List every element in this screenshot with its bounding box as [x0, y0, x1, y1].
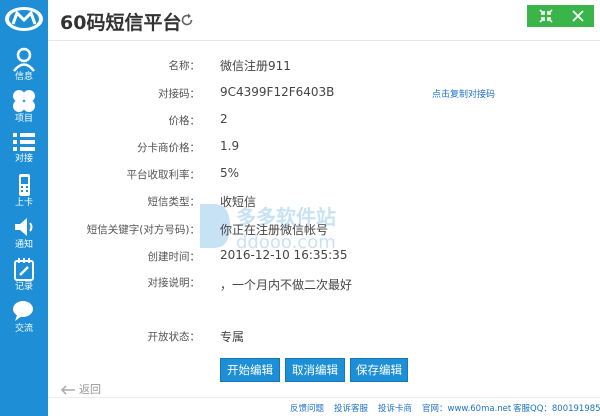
- arrow-left-icon: [60, 385, 75, 395]
- list-icon: [13, 133, 35, 151]
- footer-divider: [48, 397, 600, 398]
- sidebar-item-label: 对接: [14, 154, 33, 164]
- name-value: 微信注册911: [220, 59, 291, 73]
- sidebar-item-label: 记录: [14, 282, 33, 292]
- sidebar-item-label: 交流: [14, 324, 33, 334]
- complain-card-link[interactable]: 投诉卡商: [378, 402, 412, 414]
- name-label: 名称：: [168, 60, 201, 72]
- speaker-icon: [15, 218, 33, 236]
- close-icon[interactable]: [563, 5, 593, 27]
- connect-code-label: 对接码：: [158, 88, 200, 100]
- sidebar-item-label: 信息: [14, 72, 33, 82]
- sidebar-item-connect[interactable]: 对接: [0, 126, 48, 170]
- sidebar-item-card[interactable]: 上卡: [0, 168, 48, 212]
- price-label: 价格：: [168, 115, 201, 127]
- save-edit-button[interactable]: 保存编辑: [350, 358, 408, 382]
- open-status-value: 专属: [220, 330, 245, 344]
- window-controls: [527, 5, 594, 27]
- sidebar-item-chat[interactable]: 交流: [0, 294, 48, 338]
- keyword-value: 你正在注册微信帐号: [220, 223, 329, 237]
- created-value: 2016-12-10 16:35:35: [220, 248, 348, 262]
- description-label: 对接说明：: [147, 277, 201, 289]
- card-price-value: 1.9: [220, 139, 240, 153]
- open-status-label: 开放状态：: [147, 331, 201, 343]
- qq-contact: 客服QQ：800191985: [513, 404, 600, 414]
- card-price-label: 分卡商价格：: [137, 142, 200, 154]
- copy-code-link[interactable]: 点击复制对接码: [432, 87, 495, 100]
- sidebar: 信息 项目 对接 上卡 通知 记录 交流: [0, 0, 48, 416]
- connect-code-value: 9C4399F12F6403B: [220, 85, 335, 99]
- created-label: 创建时间：: [147, 251, 201, 263]
- start-edit-button[interactable]: 开始编辑: [220, 358, 280, 382]
- back-link[interactable]: 返回: [60, 381, 101, 397]
- sms-type-label: 短信类型：: [147, 196, 201, 208]
- price-value: 2: [220, 112, 228, 126]
- cancel-edit-button[interactable]: 取消编辑: [285, 358, 345, 382]
- sidebar-item-record[interactable]: 记录: [0, 252, 48, 296]
- sms-type-value: 收短信: [220, 195, 257, 209]
- chat-bubble-icon: [13, 301, 33, 321]
- feedback-link[interactable]: 反馈问题: [290, 402, 324, 414]
- sidebar-item-notify[interactable]: 通知: [0, 210, 48, 254]
- restore-icon[interactable]: [531, 5, 561, 27]
- back-label: 返回: [79, 383, 101, 396]
- app-logo: [5, 7, 43, 31]
- refresh-icon[interactable]: [180, 13, 194, 27]
- clover-icon: [13, 90, 35, 112]
- keyword-label: 短信关键字(对方号码)：: [86, 224, 200, 236]
- rate-label: 平台收取利率：: [126, 169, 201, 181]
- sidebar-item-info[interactable]: 信息: [0, 42, 48, 86]
- sidebar-item-label: 通知: [14, 240, 33, 250]
- notebook-icon: [14, 258, 34, 281]
- phone-icon: [19, 174, 30, 196]
- description-value: ，一个月内不做二次最好: [220, 278, 353, 292]
- website-link[interactable]: 官网：www.60ma.net: [422, 402, 511, 414]
- complain-service-link[interactable]: 投诉客服: [334, 402, 368, 414]
- header-divider: [48, 40, 600, 41]
- sidebar-item-label: 项目: [14, 114, 33, 124]
- user-icon: [13, 47, 35, 72]
- page-title: 60码短信平台: [60, 12, 182, 34]
- rate-value: 5%: [220, 166, 240, 180]
- sidebar-item-project[interactable]: 项目: [0, 84, 48, 128]
- sidebar-item-label: 上卡: [14, 198, 33, 208]
